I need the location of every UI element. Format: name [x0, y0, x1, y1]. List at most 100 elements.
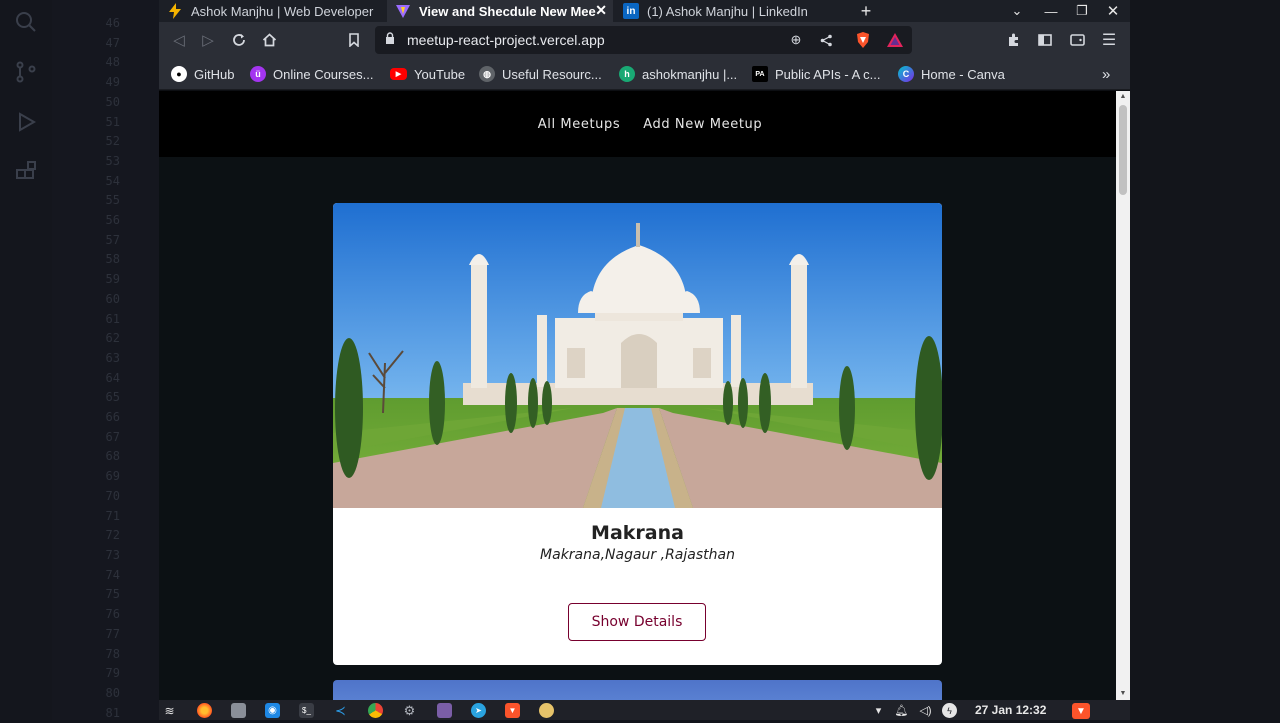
line-number: 71: [105, 508, 120, 523]
settings-icon[interactable]: ⚙: [402, 703, 417, 718]
line-number: 51: [105, 114, 120, 129]
notification-icon[interactable]: 🔔︎: [894, 703, 909, 718]
clock[interactable]: 27 Jan 12:32: [975, 703, 1046, 717]
reload-button[interactable]: [227, 28, 251, 52]
forward-button[interactable]: ▷: [196, 28, 220, 52]
chevron-down-icon[interactable]: ⌄: [1002, 0, 1032, 22]
source-control-icon[interactable]: [12, 60, 40, 88]
line-number: 57: [105, 232, 120, 247]
line-number: 55: [105, 193, 120, 208]
restore-button[interactable]: ❐: [1067, 0, 1097, 22]
browser-toolbar: ◁ ▷ meetup-react-project.vercel.app ⊕ ☰: [159, 22, 1130, 58]
close-window-button[interactable]: ✕: [1098, 0, 1128, 22]
nav-add-meetup[interactable]: Add New Meetup: [643, 117, 762, 132]
bookmark-canva[interactable]: C Home - Canva: [898, 65, 1005, 83]
wifi-icon[interactable]: ▾: [871, 703, 886, 718]
tab-meetup[interactable]: View and Shecdule New Mee ✕: [387, 0, 613, 22]
scrollbar-thumb[interactable]: [1119, 105, 1127, 195]
line-number: 78: [105, 646, 120, 661]
wallet-icon[interactable]: [1065, 28, 1089, 52]
bookmark-youtube[interactable]: ▶ YouTube: [390, 65, 465, 83]
scroll-down-arrow[interactable]: ▼: [1116, 688, 1130, 700]
bookmark-useful-resources[interactable]: ◍ Useful Resourc...: [479, 65, 602, 83]
close-icon[interactable]: ✕: [595, 2, 607, 19]
linkedin-icon: in: [623, 3, 639, 19]
line-number: 79: [105, 666, 120, 681]
line-number: 77: [105, 626, 120, 641]
line-number: 68: [105, 449, 120, 464]
bookmark-button[interactable]: [342, 28, 366, 52]
line-number: 75: [105, 587, 120, 602]
meetup-title: Makrana: [591, 522, 684, 544]
tab-bar: Ashok Manjhu | Web Developer View and Sh…: [159, 0, 1130, 22]
line-number: 52: [105, 134, 120, 149]
home-icon: [262, 33, 276, 47]
line-number: 54: [105, 173, 120, 188]
telegram-icon[interactable]: ➤: [471, 703, 486, 718]
home-button[interactable]: [257, 28, 281, 52]
brave-tray-icon[interactable]: ▼: [1072, 703, 1090, 719]
sidebar-icon[interactable]: [1033, 28, 1057, 52]
screenshot-icon[interactable]: ◉: [265, 703, 280, 718]
terminal-icon[interactable]: $_: [299, 703, 314, 718]
vscode-icon[interactable]: ≺: [333, 703, 348, 718]
bookmark-hashnode[interactable]: h ashokmanjhu |...: [619, 65, 737, 83]
line-number: 53: [105, 153, 120, 168]
run-debug-icon[interactable]: [12, 110, 40, 138]
line-number: 47: [105, 35, 120, 50]
address-bar[interactable]: meetup-react-project.vercel.app ⊕: [375, 26, 912, 54]
tab-linkedin[interactable]: in (1) Ashok Manjhu | LinkedIn: [615, 0, 841, 22]
bookmark-online-courses[interactable]: ü Online Courses...: [250, 65, 373, 83]
brave-shield-icon[interactable]: [853, 30, 873, 50]
line-number: 59: [105, 272, 120, 287]
chrome-icon[interactable]: [368, 703, 383, 718]
video-editor-icon[interactable]: [437, 703, 452, 718]
files-icon[interactable]: [231, 703, 246, 718]
page-scrollbar[interactable]: ▲ ▼: [1116, 91, 1130, 700]
line-number: 69: [105, 469, 120, 484]
bookmark-icon: [349, 33, 359, 47]
minimize-button[interactable]: —: [1036, 0, 1066, 22]
new-tab-button[interactable]: +: [851, 0, 881, 22]
bookmark-public-apis[interactable]: PA Public APIs - A c...: [752, 65, 881, 83]
back-button[interactable]: ◁: [167, 28, 191, 52]
search-icon[interactable]: [12, 10, 40, 38]
lock-icon: [385, 32, 395, 47]
power-icon[interactable]: ϟ: [942, 703, 957, 718]
tab-portfolio[interactable]: Ashok Manjhu | Web Developer: [159, 0, 385, 22]
bookmarks-bar: ● GitHub ü Online Courses... ▶ YouTube ◍…: [159, 58, 1130, 90]
line-number: 63: [105, 350, 120, 365]
nav-all-meetups[interactable]: All Meetups: [538, 117, 620, 132]
bookmark-label: GitHub: [194, 66, 235, 82]
tab-label: (1) Ashok Manjhu | LinkedIn: [647, 3, 808, 19]
meetup-address: Makrana,Nagaur ,Rajasthan: [540, 547, 735, 563]
line-number: 50: [105, 94, 120, 109]
editor-line-numbers: 46 47 48 49 50 51 52 53 54 55 56 57 58 59 60 61 62 63 64 65…: [60, 14, 120, 723]
menu-icon[interactable]: ☰: [1097, 28, 1121, 52]
brave-rewards-icon[interactable]: [885, 30, 905, 50]
bookmark-label: Useful Resourc...: [502, 66, 602, 82]
url-text[interactable]: meetup-react-project.vercel.app: [407, 32, 605, 48]
extensions-icon[interactable]: [1002, 28, 1026, 52]
scroll-up-arrow[interactable]: ▲: [1116, 91, 1130, 103]
line-number: 80: [105, 685, 120, 700]
canva-icon: C: [898, 66, 914, 82]
app-icon[interactable]: [539, 703, 554, 718]
line-number: 61: [105, 311, 120, 326]
udemy-icon: ü: [250, 66, 266, 82]
line-number: 65: [105, 390, 120, 405]
line-number: 73: [105, 547, 120, 562]
firefox-icon[interactable]: [197, 703, 212, 718]
brave-icon[interactable]: ▼: [505, 703, 520, 718]
tab-label: Ashok Manjhu | Web Developer: [191, 3, 374, 19]
volume-icon[interactable]: ◁): [918, 703, 933, 718]
site-header: All Meetups Add New Meetup: [159, 91, 1116, 157]
bookmark-github[interactable]: ● GitHub: [171, 65, 234, 83]
extensions-icon[interactable]: [12, 160, 40, 188]
zoom-icon[interactable]: ⊕: [786, 30, 806, 50]
show-details-button[interactable]: Show Details: [568, 603, 706, 641]
share-icon[interactable]: [816, 30, 836, 50]
hashnode-icon: h: [619, 66, 635, 82]
bookmarks-overflow-button[interactable]: »: [1102, 65, 1110, 83]
app-menu-icon[interactable]: ≋: [162, 703, 177, 718]
